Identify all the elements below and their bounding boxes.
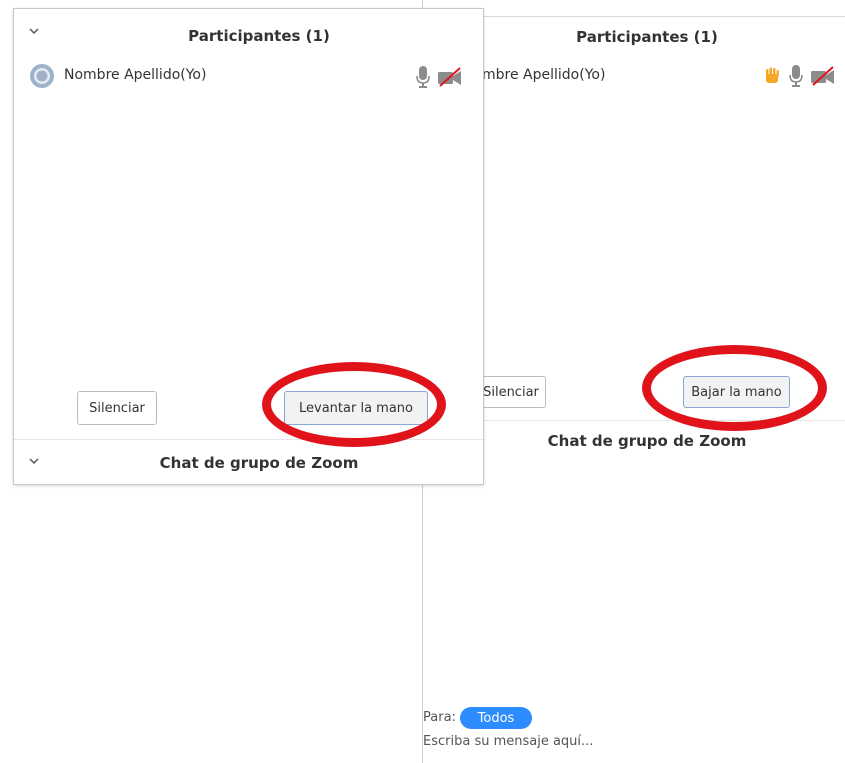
chat-title: Chat de grupo de Zoom bbox=[159, 454, 359, 472]
participants-title: Participantes (1) bbox=[576, 28, 718, 46]
avatar-icon bbox=[30, 64, 54, 88]
mute-button[interactable]: Silenciar bbox=[77, 391, 157, 425]
participants-title: Participantes (1) bbox=[188, 27, 330, 45]
mute-button[interactable]: Silenciar bbox=[476, 376, 546, 408]
divider bbox=[422, 16, 845, 17]
divider bbox=[482, 420, 845, 421]
microphone-icon[interactable] bbox=[788, 64, 804, 88]
microphone-icon[interactable] bbox=[415, 65, 431, 89]
lower-hand-button[interactable]: Bajar la mano bbox=[683, 376, 790, 408]
chevron-down-icon[interactable] bbox=[28, 453, 40, 469]
participant-name: Nombre Apellido(Yo) bbox=[64, 67, 207, 83]
chat-title: Chat de grupo de Zoom bbox=[547, 432, 747, 450]
divider bbox=[14, 439, 483, 440]
participant-status-icons bbox=[762, 64, 842, 88]
participant-name: mbre Apellido(Yo) bbox=[482, 67, 606, 83]
participants-panel: Participantes (1) Nombre Apellido(Yo) Si… bbox=[13, 8, 484, 485]
participants-panel-raised: Participantes (1) mbre Apellido(Yo) Sile… bbox=[422, 0, 845, 763]
recipient-label: Para: bbox=[423, 710, 456, 725]
video-off-icon[interactable] bbox=[810, 66, 836, 86]
raised-hand-icon bbox=[766, 67, 779, 83]
recipient-dropdown[interactable]: Todos bbox=[460, 707, 532, 729]
participant-status-icons bbox=[409, 65, 469, 89]
chat-message-input[interactable] bbox=[423, 731, 823, 751]
raise-hand-button[interactable]: Levantar la mano bbox=[284, 391, 428, 425]
video-off-icon[interactable] bbox=[437, 67, 463, 87]
chevron-down-icon[interactable] bbox=[28, 23, 40, 39]
